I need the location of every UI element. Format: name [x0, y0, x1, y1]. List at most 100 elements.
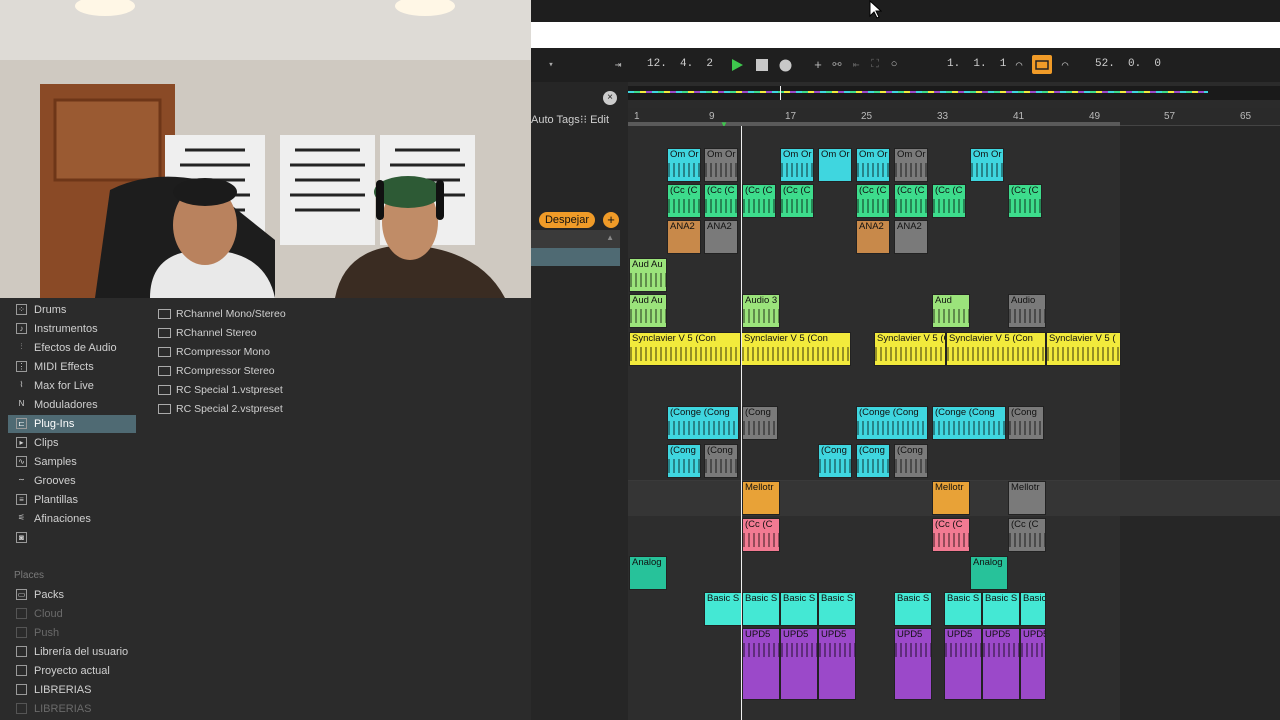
punch-in-icon[interactable]: ⌒ — [1011, 57, 1027, 73]
auto-tags-button[interactable]: Auto Tags — [531, 114, 580, 126]
midi-clip[interactable]: Om Or — [818, 148, 852, 182]
audio-clip[interactable]: UPD5 — [982, 628, 1020, 700]
capture-icon[interactable]: ⛶ — [868, 57, 882, 73]
midi-clip[interactable]: Om Or — [970, 148, 1004, 182]
category-midi-effects[interactable]: ⋮ MIDI Effects — [8, 358, 136, 376]
midi-clip-disabled[interactable]: Om Or — [704, 148, 738, 182]
place-user-library[interactable]: Librería del usuario — [8, 643, 136, 661]
place-packs[interactable]: ▭ Packs — [8, 586, 136, 604]
close-icon[interactable]: × — [603, 91, 617, 105]
audio-clip[interactable]: UPD5 — [780, 628, 818, 700]
midi-clip[interactable]: Synclavier V 5 (Con — [741, 332, 851, 366]
audio-clip-disabled[interactable]: ANA2 — [704, 220, 738, 254]
midi-clip[interactable]: Synclavier V 5 ( — [1046, 332, 1121, 366]
play-button[interactable] — [729, 57, 745, 73]
edit-button[interactable]: ⁝⁝ Edit — [580, 113, 609, 126]
midi-clip[interactable]: Basic S — [982, 592, 1020, 626]
midi-clip[interactable]: Om Or — [856, 148, 890, 182]
midi-clip[interactable]: (Cc (C — [780, 184, 814, 218]
add-tag-icon[interactable]: + — [603, 212, 619, 228]
midi-clip-disabled[interactable]: Mellotr — [1008, 481, 1046, 515]
midi-clip[interactable]: (Cc (C — [742, 518, 780, 552]
midi-clip[interactable]: Analog — [970, 556, 1008, 590]
category-audio-effects[interactable]: ⫶ Efectos de Audio — [8, 339, 136, 357]
file-item[interactable]: RChannel Mono/Stereo — [158, 306, 286, 322]
midi-clip[interactable]: (Cong — [667, 444, 701, 478]
midi-clip[interactable]: Om Or — [780, 148, 814, 182]
back-to-arrangement-icon[interactable]: ⇤ — [849, 57, 863, 73]
playhead[interactable] — [741, 126, 742, 720]
midi-clip[interactable]: (Cc (C — [932, 518, 970, 552]
midi-clip-disabled[interactable]: (Cc (C — [1008, 518, 1046, 552]
midi-clip[interactable]: Mellotr — [932, 481, 970, 515]
stop-button[interactable] — [754, 57, 770, 73]
place-push[interactable]: Push — [8, 624, 136, 642]
category-modulators[interactable]: N Moduladores — [8, 396, 136, 414]
add-icon[interactable]: + — [811, 57, 825, 73]
audio-clip-disabled[interactable]: ANA2 — [894, 220, 928, 254]
place-current-project[interactable]: Proyecto actual — [8, 662, 136, 680]
midi-clip[interactable]: Basic S — [1020, 592, 1046, 626]
arrangement-overview[interactable] — [628, 86, 1280, 100]
audio-clip[interactable]: UPD5 — [1020, 628, 1046, 700]
midi-clip[interactable]: Om Or — [667, 148, 701, 182]
file-item[interactable]: RCompressor Stereo — [158, 363, 275, 379]
clear-button[interactable]: Despejar — [539, 212, 595, 228]
midi-clip[interactable]: Basic S — [818, 592, 856, 626]
beat-time-ruler[interactable]: 1 9 17 25 33 41 49 57 65 ▼ — [628, 108, 1280, 129]
midi-clip[interactable]: Analog — [629, 556, 667, 590]
record-button[interactable] — [777, 57, 793, 73]
midi-clip[interactable]: (Cc (C — [704, 184, 738, 218]
midi-clip-disabled[interactable]: Om Or — [894, 148, 928, 182]
midi-clip[interactable]: (Cong — [856, 444, 890, 478]
midi-clip[interactable]: Basic S — [704, 592, 742, 626]
file-item[interactable]: RCompressor Mono — [158, 344, 270, 360]
audio-clip[interactable]: UPD5 — [742, 628, 780, 700]
audio-clip[interactable]: Aud Au — [629, 258, 667, 292]
midi-clip[interactable]: Synclavier V 5 (Con — [874, 332, 946, 366]
arrangement-position[interactable]: 12. 4. 2 — [647, 58, 713, 70]
midi-clip-disabled[interactable]: (Cong — [742, 406, 778, 440]
place-cloud[interactable]: Cloud — [8, 605, 136, 623]
category-clips[interactable]: ▸ Clips — [8, 434, 136, 452]
tag-row[interactable]: ▲ — [531, 230, 620, 248]
follow-icon[interactable]: ⇥ — [609, 57, 627, 73]
audio-clip[interactable]: Aud Au — [629, 294, 667, 328]
tag-row-selected[interactable] — [531, 248, 620, 266]
category-grooves[interactable]: ∼ Grooves — [8, 472, 136, 490]
session-record-icon[interactable]: ○ — [887, 57, 901, 73]
midi-clip[interactable]: Basic S — [894, 592, 932, 626]
loop-length[interactable]: 52. 0. 0 — [1095, 58, 1161, 70]
file-item[interactable]: RC Special 1.vstpreset — [158, 382, 283, 398]
audio-clip[interactable]: UPD5 — [894, 628, 932, 700]
midi-clip[interactable]: Synclavier V 5 (Con — [946, 332, 1046, 366]
category-max-for-live[interactable]: ⌇ Max for Live — [8, 377, 136, 395]
loop-button[interactable] — [1032, 55, 1052, 74]
midi-clip[interactable]: (Conge (Cong — [667, 406, 739, 440]
audio-clip[interactable]: Aud — [932, 294, 970, 328]
place-librerias[interactable]: LIBRERIAS — [8, 681, 136, 699]
midi-clip[interactable]: (Cc (C — [856, 184, 890, 218]
category-samples[interactable]: ∿ Samples — [8, 453, 136, 471]
midi-clip[interactable]: (Cc (C — [667, 184, 701, 218]
midi-clip[interactable]: Synclavier V 5 (Con — [629, 332, 741, 366]
audio-clip[interactable]: ANA2 — [667, 220, 701, 254]
midi-clip[interactable]: (Cc (C — [932, 184, 966, 218]
file-item[interactable]: RC Special 2.vstpreset — [158, 401, 283, 417]
midi-clip[interactable]: Basic S — [780, 592, 818, 626]
midi-clip[interactable]: (Cong — [818, 444, 852, 478]
midi-clip-disabled[interactable]: (Cong — [704, 444, 738, 478]
file-item[interactable]: RChannel Stereo — [158, 325, 257, 341]
midi-clip[interactable]: Mellotr — [742, 481, 780, 515]
audio-clip-disabled[interactable]: Audio — [1008, 294, 1046, 328]
automation-arm-icon[interactable]: ⚯ — [830, 57, 844, 73]
category-extra[interactable]: ◙ — [8, 529, 136, 547]
punch-out-icon[interactable]: ⌒ — [1057, 57, 1073, 73]
midi-clip[interactable]: (Cc (C — [1008, 184, 1042, 218]
midi-clip-disabled[interactable]: (Cong — [894, 444, 928, 478]
category-plugins[interactable]: ⊏ Plug-Ins — [8, 415, 136, 433]
category-templates[interactable]: ≡ Plantillas — [8, 491, 136, 509]
midi-clip[interactable]: (Conge (Cong — [856, 406, 928, 440]
midi-clip[interactable]: Basic S — [742, 592, 780, 626]
category-instruments[interactable]: ♪ Instrumentos — [8, 320, 136, 338]
